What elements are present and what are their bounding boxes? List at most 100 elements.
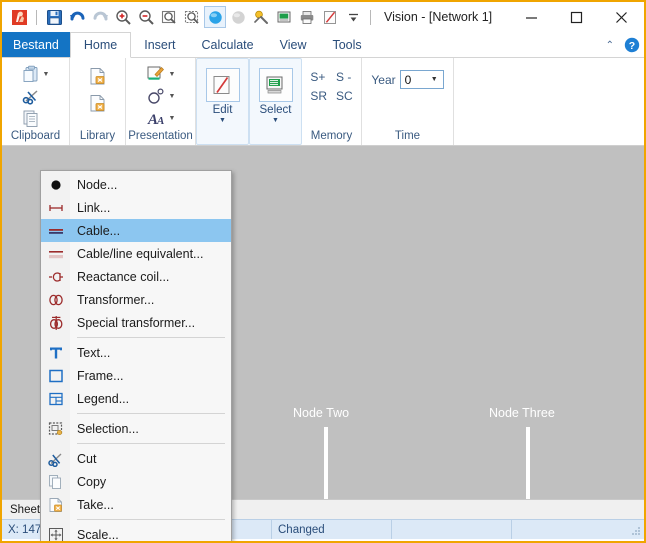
year-dropdown[interactable]: 0 ▼ bbox=[399, 70, 444, 89]
menu-item-cable[interactable]: Cable... bbox=[41, 219, 231, 242]
menu-item-link-label: Link... bbox=[77, 200, 111, 215]
customize-icon[interactable] bbox=[342, 6, 364, 28]
copy-icon bbox=[23, 110, 37, 127]
presentation-font-caret-icon[interactable]: ▼ bbox=[169, 115, 176, 122]
group-label-clipboard: Clipboard bbox=[10, 130, 61, 142]
context-menu[interactable]: Node... Link... Cable... Cable/line equi… bbox=[40, 170, 232, 541]
zoom-selection-icon[interactable] bbox=[181, 6, 203, 28]
tab-home[interactable]: Home bbox=[69, 32, 132, 58]
memory-sc-button[interactable]: SC bbox=[336, 89, 353, 103]
copy-button[interactable] bbox=[19, 108, 44, 129]
node-dot-icon bbox=[41, 177, 70, 193]
ribbon-group-select: Select ▼ bbox=[249, 58, 302, 145]
library-save-button[interactable] bbox=[85, 93, 110, 114]
ribbon-group-edit: Edit ▼ bbox=[196, 58, 249, 145]
cable-line-equivalent-icon bbox=[41, 246, 70, 262]
menu-item-link[interactable]: Link... bbox=[41, 196, 231, 219]
ribbon-group-filler bbox=[454, 58, 644, 145]
presentation-font-button[interactable]: A A ▼ bbox=[143, 108, 179, 129]
presentation-sheet-caret-icon[interactable]: ▼ bbox=[169, 71, 176, 78]
font-icon: A A bbox=[147, 112, 164, 128]
menu-item-special-transformer[interactable]: Special transformer... bbox=[41, 311, 231, 334]
menu-item-cable-line-equivalent[interactable]: Cable/line equivalent... bbox=[41, 242, 231, 265]
zoom-out-icon[interactable] bbox=[135, 6, 157, 28]
edit-button[interactable]: Edit ▼ bbox=[198, 65, 248, 124]
memory-s-plus-button[interactable]: S+ bbox=[310, 70, 327, 84]
menu-item-copy[interactable]: Copy bbox=[41, 470, 231, 493]
ribbon-tab-bar: Bestand Home Insert Calculate View Tools… bbox=[2, 32, 644, 58]
window-controls bbox=[509, 2, 644, 32]
group-label-presentation: Presentation bbox=[128, 130, 193, 142]
help-icon[interactable]: ? bbox=[624, 37, 640, 53]
presentation-sheet-button[interactable]: ▼ bbox=[143, 64, 179, 85]
node-two-bar[interactable] bbox=[324, 427, 328, 499]
menu-item-take[interactable]: Take... bbox=[41, 493, 231, 516]
status-state: Changed bbox=[272, 520, 392, 539]
zoom-in-icon[interactable] bbox=[112, 6, 134, 28]
frame-icon bbox=[41, 368, 70, 384]
menu-item-scale[interactable]: Scale... bbox=[41, 523, 231, 541]
menu-separator-2 bbox=[77, 413, 225, 414]
close-button[interactable] bbox=[599, 2, 644, 32]
redo-icon[interactable] bbox=[89, 6, 111, 28]
menu-item-frame[interactable]: Frame... bbox=[41, 364, 231, 387]
select-button-caret-icon[interactable]: ▼ bbox=[272, 117, 279, 124]
menu-item-legend[interactable]: Legend... bbox=[41, 387, 231, 410]
sheet-icon[interactable] bbox=[273, 6, 295, 28]
scissors-icon bbox=[22, 90, 38, 105]
menu-separator-1 bbox=[77, 337, 225, 338]
select-button[interactable]: Select ▼ bbox=[251, 65, 301, 124]
presentation-node-button[interactable]: ▼ bbox=[143, 86, 179, 107]
presentation-node-caret-icon[interactable]: ▼ bbox=[169, 93, 176, 100]
library-open-button[interactable] bbox=[85, 66, 110, 87]
memory-sr-button[interactable]: SR bbox=[310, 89, 327, 103]
tab-bestand[interactable]: Bestand bbox=[2, 32, 70, 57]
sphere-grey-icon[interactable] bbox=[227, 6, 249, 28]
print-icon[interactable] bbox=[296, 6, 318, 28]
paste-caret-icon[interactable]: ▼ bbox=[43, 71, 50, 78]
svg-text:A: A bbox=[156, 115, 164, 127]
node-three-bar[interactable] bbox=[526, 427, 530, 499]
menu-item-selection[interactable]: Selection... bbox=[41, 417, 231, 440]
menu-item-reactance-coil[interactable]: Reactance coil... bbox=[41, 265, 231, 288]
toolbar-separator-1 bbox=[36, 9, 37, 25]
tab-calculate[interactable]: Calculate bbox=[188, 32, 266, 57]
chevron-down-icon[interactable]: ▼ bbox=[431, 76, 443, 83]
resize-grip-icon[interactable] bbox=[630, 525, 642, 537]
menu-item-copy-label: Copy bbox=[77, 474, 107, 489]
undo-icon[interactable] bbox=[66, 6, 88, 28]
cable-icon bbox=[41, 223, 70, 239]
menu-item-transformer[interactable]: Transformer... bbox=[41, 288, 231, 311]
tab-tools[interactable]: Tools bbox=[319, 32, 374, 57]
sphere-blue-icon[interactable] bbox=[204, 6, 226, 28]
tab-insert[interactable]: Insert bbox=[131, 32, 188, 57]
minimize-button[interactable] bbox=[509, 2, 554, 32]
save-icon[interactable] bbox=[43, 6, 65, 28]
quick-access-toolbar bbox=[8, 6, 376, 28]
tab-view[interactable]: View bbox=[267, 32, 320, 57]
edit-icon[interactable] bbox=[319, 6, 341, 28]
node-circle-icon bbox=[147, 88, 164, 104]
menu-item-selection-label: Selection... bbox=[77, 421, 139, 436]
menu-item-legend-label: Legend... bbox=[77, 391, 130, 406]
collapse-ribbon-icon[interactable]: ⌃ bbox=[602, 40, 618, 51]
selection-icon bbox=[41, 421, 70, 437]
cut-button[interactable] bbox=[19, 86, 44, 107]
menu-item-cut[interactable]: Cut bbox=[41, 447, 231, 470]
select-button-label: Select bbox=[259, 104, 292, 116]
edit-button-caret-icon[interactable]: ▼ bbox=[219, 117, 226, 124]
menu-item-text[interactable]: Text... bbox=[41, 341, 231, 364]
scissors-icon bbox=[41, 451, 70, 467]
node-three-label: Node Three bbox=[489, 406, 555, 420]
zoom-window-icon[interactable] bbox=[158, 6, 180, 28]
maximize-button[interactable] bbox=[554, 2, 599, 32]
menu-item-node[interactable]: Node... bbox=[41, 173, 231, 196]
app-logo-icon[interactable] bbox=[8, 6, 30, 28]
paste-button[interactable]: ▼ bbox=[19, 64, 53, 85]
connect-icon[interactable] bbox=[250, 6, 272, 28]
menu-item-cut-label: Cut bbox=[77, 451, 97, 466]
memory-s-minus-button[interactable]: S - bbox=[336, 70, 353, 84]
menu-item-special-transformer-label: Special transformer... bbox=[77, 315, 196, 330]
year-value: 0 bbox=[404, 72, 412, 87]
window-title: Vision - [Network 1] bbox=[384, 10, 493, 24]
